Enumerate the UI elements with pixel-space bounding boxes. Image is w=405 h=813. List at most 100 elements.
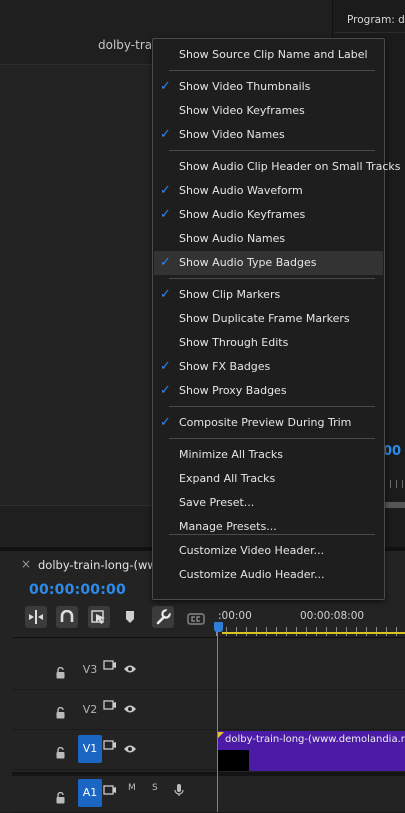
eye-icon[interactable] bbox=[123, 659, 137, 678]
program-zoom-bar[interactable] bbox=[384, 502, 405, 508]
menu-separator bbox=[169, 406, 375, 407]
menu-item-label: Show Video Keyframes bbox=[179, 104, 305, 117]
menu-item-label: Show Audio Keyframes bbox=[179, 208, 306, 221]
menu-item-label: Show Clip Markers bbox=[179, 288, 281, 301]
fx-badge-icon bbox=[218, 732, 224, 738]
menu-item-expand-all-tracks[interactable]: Expand All Tracks bbox=[154, 467, 383, 491]
playhead-handle[interactable] bbox=[214, 622, 223, 632]
sync-lock-icon[interactable] bbox=[103, 657, 117, 676]
solo-button[interactable]: S bbox=[152, 783, 158, 793]
captions-icon[interactable] bbox=[187, 610, 205, 629]
menu-item-show-clip-markers[interactable]: ✓ Show Clip Markers bbox=[154, 283, 383, 307]
menu-item-label: Composite Preview During Trim bbox=[179, 416, 352, 429]
close-tab-icon[interactable]: × bbox=[21, 557, 31, 571]
menu-item-show-audio-keyframes[interactable]: ✓ Show Audio Keyframes bbox=[154, 203, 383, 227]
track-area-divider bbox=[12, 637, 405, 638]
menu-item-minimize-all-tracks[interactable]: Minimize All Tracks bbox=[154, 443, 383, 467]
menu-item-show-audio-names[interactable]: Show Audio Names bbox=[154, 227, 383, 251]
menu-item-show-proxy-badges[interactable]: ✓ Show Proxy Badges bbox=[154, 379, 383, 403]
menu-item-save-preset[interactable]: Save Preset... bbox=[154, 491, 383, 515]
sync-lock-icon[interactable] bbox=[103, 782, 117, 801]
track-name-v3[interactable]: V3 bbox=[78, 663, 102, 676]
menu-item-label: Customize Video Header... bbox=[179, 544, 325, 557]
checkmark-icon: ✓ bbox=[160, 127, 171, 142]
menu-item-label: Show FX Badges bbox=[179, 360, 271, 373]
eye-icon[interactable] bbox=[123, 699, 137, 718]
menu-item-label: Save Preset... bbox=[179, 496, 255, 509]
menu-separator bbox=[169, 534, 375, 535]
menu-item-show-fx-badges[interactable]: ✓ Show FX Badges bbox=[154, 355, 383, 379]
work-area-bar[interactable] bbox=[222, 632, 405, 634]
menu-item-show-audio-type-badges[interactable]: ✓ Show Audio Type Badges bbox=[154, 251, 383, 275]
menu-item-show-video-keyframes[interactable]: Show Video Keyframes bbox=[154, 99, 383, 123]
menu-item-customize-audio-header[interactable]: Customize Audio Header... bbox=[154, 563, 383, 587]
menu-item-label: Show Through Edits bbox=[179, 336, 289, 349]
checkmark-icon: ✓ bbox=[160, 183, 171, 198]
sync-lock-icon[interactable] bbox=[103, 697, 117, 716]
menu-separator bbox=[169, 150, 375, 151]
ruler-start-label: :00:00 bbox=[218, 610, 252, 622]
clip-label: dolby-train-long-(www.demolandia.net). bbox=[225, 734, 405, 745]
tab-sequence[interactable]: dolby-train-long-(www. bbox=[38, 558, 169, 572]
menu-item-label: Minimize All Tracks bbox=[179, 448, 284, 461]
track-name-v2[interactable]: V2 bbox=[78, 703, 102, 716]
playhead-line[interactable] bbox=[217, 632, 218, 812]
menu-separator bbox=[169, 438, 375, 439]
magnet-icon[interactable] bbox=[56, 606, 78, 628]
menu-item-composite-preview-during-trim[interactable]: ✓ Composite Preview During Trim bbox=[154, 411, 383, 435]
menu-item-show-through-edits[interactable]: Show Through Edits bbox=[154, 331, 383, 355]
linked-selection-icon[interactable] bbox=[88, 606, 110, 628]
mute-button[interactable]: M bbox=[128, 783, 136, 793]
menu-item-manage-presets[interactable]: Manage Presets... bbox=[154, 515, 383, 539]
menu-item-label: Customize Audio Header... bbox=[179, 568, 325, 581]
menu-item-show-video-names[interactable]: ✓ Show Video Names bbox=[154, 123, 383, 147]
track-row-a1: A1 M S bbox=[12, 776, 405, 813]
menu-item-label: Show Audio Names bbox=[179, 232, 286, 245]
microphone-icon[interactable] bbox=[174, 782, 184, 801]
checkmark-icon: ✓ bbox=[160, 79, 171, 94]
clip-thumbnail bbox=[217, 750, 249, 771]
lock-icon[interactable] bbox=[55, 704, 66, 723]
eye-icon[interactable] bbox=[123, 739, 137, 758]
program-time-ruler[interactable] bbox=[384, 480, 405, 488]
lock-icon[interactable] bbox=[55, 744, 66, 763]
sync-lock-icon[interactable] bbox=[103, 737, 117, 756]
track-row-v2: V2 bbox=[12, 691, 405, 730]
lock-icon[interactable] bbox=[55, 664, 66, 683]
checkmark-icon: ✓ bbox=[160, 207, 171, 222]
menu-item-label: Expand All Tracks bbox=[179, 472, 276, 485]
menu-item-label: Show Duplicate Frame Markers bbox=[179, 312, 350, 325]
checkmark-icon: ✓ bbox=[160, 415, 171, 430]
menu-item-customize-video-header[interactable]: Customize Video Header... bbox=[154, 539, 383, 563]
track-name-v1[interactable]: V1 bbox=[78, 735, 102, 763]
menu-item-label: Show Source Clip Name and Label bbox=[179, 48, 368, 61]
track-row-v3: V3 bbox=[12, 651, 405, 690]
menu-separator bbox=[169, 70, 375, 71]
program-timecode[interactable]: 00 bbox=[383, 444, 401, 459]
menu-item-label: Show Audio Clip Header on Small Tracks bbox=[179, 160, 401, 173]
wrench-icon[interactable] bbox=[152, 606, 174, 628]
program-monitor-label[interactable]: Program: dc bbox=[347, 14, 405, 26]
menu-item-label: Show Video Names bbox=[179, 128, 285, 141]
snap-icon[interactable] bbox=[25, 606, 47, 628]
track-name-a1[interactable]: A1 bbox=[78, 779, 102, 807]
menu-item-show-duplicate-frame-markers[interactable]: Show Duplicate Frame Markers bbox=[154, 307, 383, 331]
menu-separator bbox=[169, 278, 375, 279]
menu-item-label: Show Video Thumbnails bbox=[179, 80, 311, 93]
menu-item-show-audio-waveform[interactable]: ✓ Show Audio Waveform bbox=[154, 179, 383, 203]
menu-item-show-audio-clip-header-on-small-tracks[interactable]: Show Audio Clip Header on Small Tracks bbox=[154, 155, 401, 179]
checkmark-icon: ✓ bbox=[160, 255, 171, 270]
menu-item-label: Manage Presets... bbox=[179, 520, 277, 533]
source-clip-title[interactable]: dolby-trai bbox=[98, 38, 155, 52]
checkmark-icon: ✓ bbox=[160, 359, 171, 374]
lock-icon[interactable] bbox=[55, 789, 66, 808]
menu-item-label: Show Proxy Badges bbox=[179, 384, 287, 397]
menu-item-show-source-clip-name-and-label[interactable]: Show Source Clip Name and Label bbox=[154, 43, 383, 67]
playhead-timecode[interactable]: 00:00:00:00 bbox=[29, 582, 126, 598]
menu-item-label: Show Audio Type Badges bbox=[179, 256, 317, 269]
ruler-mark-label: 00:00:08:00 bbox=[300, 610, 365, 622]
menu-item-label: Show Audio Waveform bbox=[179, 184, 303, 197]
marker-icon[interactable] bbox=[124, 609, 136, 628]
program-header-divider bbox=[334, 32, 405, 33]
menu-item-show-video-thumbnails[interactable]: ✓ Show Video Thumbnails bbox=[154, 75, 383, 99]
